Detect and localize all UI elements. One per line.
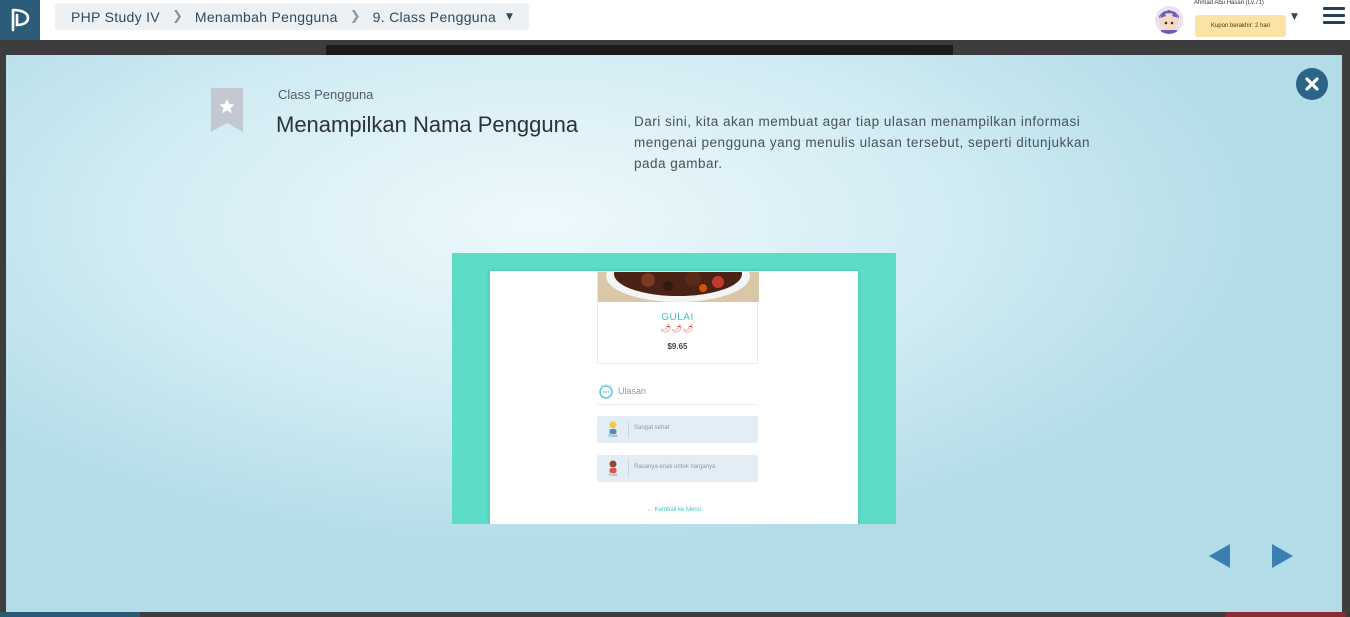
- back-to-menu-link: ← Kembali ke Menu: [646, 507, 702, 513]
- food-image: [598, 272, 759, 302]
- caret-down-icon[interactable]: ▼: [506, 12, 513, 22]
- reviews-label: Ulasan: [618, 386, 647, 396]
- user-menu[interactable]: Ahmad Abu Hasan (Lv.71) Kupon berakhir: …: [1150, 0, 1350, 40]
- close-button[interactable]: [1296, 68, 1328, 100]
- chili-icon: 🌶🌶🌶: [660, 324, 695, 333]
- divider: [628, 421, 629, 438]
- caret-down-icon[interactable]: ▼: [1291, 12, 1298, 22]
- food-price: $9.65: [667, 342, 688, 351]
- background-footer-left: [0, 612, 140, 617]
- speech-bubble-icon: [599, 383, 613, 399]
- user-name: Ahmad Abu Hasan (Lv.71): [1194, 0, 1264, 6]
- slide-modal: Class Pengguna Menampilkan Nama Pengguna…: [6, 55, 1342, 612]
- food-name: GULAI: [661, 312, 694, 323]
- list-item: Risa Sangat sehat: [597, 416, 758, 443]
- chevron-right-icon: ❯: [349, 9, 361, 24]
- avatar[interactable]: [1155, 6, 1183, 34]
- breadcrumb-course[interactable]: PHP Study IV: [71, 9, 160, 25]
- reviews-header: Ulasan: [597, 379, 758, 405]
- next-slide-button[interactable]: [1270, 543, 1294, 569]
- arrow-left-icon: [1209, 544, 1230, 568]
- slide-illustration: GULAI 🌶🌶🌶 $9.65 Ulasan Risa Sangat sehat…: [452, 253, 896, 524]
- hamburger-menu-icon[interactable]: [1323, 7, 1345, 27]
- previous-slide-button[interactable]: [1208, 543, 1232, 569]
- slide-subtitle: Class Pengguna: [278, 87, 374, 102]
- chevron-right-icon: ❯: [171, 9, 183, 24]
- review-user: Risa: [608, 433, 618, 438]
- progate-logo-icon[interactable]: [0, 0, 40, 40]
- close-icon: [1305, 77, 1319, 91]
- divider: [628, 460, 629, 477]
- top-navigation-bar: PHP Study IV ❯ Menambah Pengguna ❯ 9. Cl…: [0, 0, 1350, 40]
- breadcrumb: PHP Study IV ❯ Menambah Pengguna ❯ 9. Cl…: [55, 3, 529, 30]
- slide-title: Menampilkan Nama Pengguna: [276, 112, 579, 137]
- arrow-right-icon: [1272, 544, 1293, 568]
- breadcrumb-lesson[interactable]: 9. Class Pengguna: [373, 9, 496, 25]
- background-footer-right: [1225, 612, 1345, 617]
- food-card: GULAI 🌶🌶🌶 $9.65: [597, 271, 759, 364]
- illustration-page: GULAI 🌶🌶🌶 $9.65 Ulasan Risa Sangat sehat…: [490, 271, 858, 524]
- slide-description: Dari sini, kita akan membuat agar tiap u…: [634, 114, 1091, 171]
- list-item: Aiko Rasanya enak untuk harganya: [597, 455, 758, 482]
- bookmark-star-icon[interactable]: [211, 88, 243, 132]
- coupon-badge: Kupon berakhir: 2 hari: [1195, 15, 1286, 37]
- review-user: Aiko: [608, 472, 618, 477]
- review-text: Sangat sehat: [634, 425, 670, 431]
- review-text: Rasanya enak untuk harganya: [634, 464, 716, 470]
- breadcrumb-chapter[interactable]: Menambah Pengguna: [195, 9, 338, 25]
